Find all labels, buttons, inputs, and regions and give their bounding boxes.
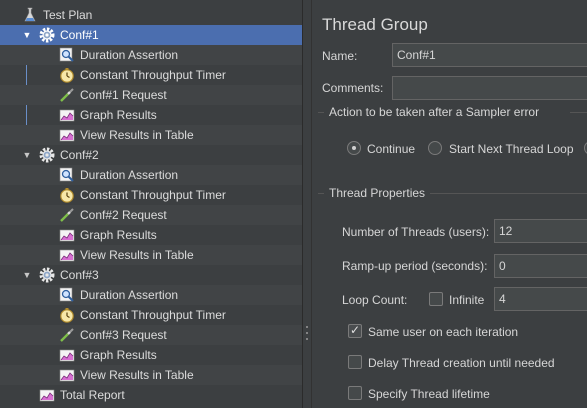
same-user-label: Same user on each iteration — [368, 325, 519, 339]
pipette-icon — [58, 326, 76, 344]
pipette-icon — [58, 86, 76, 104]
tree-item-graph-results[interactable]: Graph Results — [0, 105, 302, 125]
threads-field[interactable]: 12 — [494, 219, 587, 243]
tree-item-constant-throughput-timer[interactable]: Constant Throughput Timer — [0, 65, 302, 85]
loop-count-label: Loop Count: — [342, 293, 408, 307]
infinite-label: Infinite — [449, 293, 485, 307]
tree-item-conf2[interactable]: ▼ Conf#2 — [0, 145, 302, 165]
graph-icon — [58, 366, 76, 384]
tree-item-label: View Results in Table — [80, 128, 194, 142]
tree-item-label: Graph Results — [80, 348, 157, 362]
name-label: Name: — [322, 49, 358, 63]
tree-item-duration-assertion[interactable]: Duration Assertion — [0, 165, 302, 185]
group-border — [430, 193, 587, 194]
tree-item-constant-throughput-timer[interactable]: Constant Throughput Timer — [0, 305, 302, 325]
continue-radio[interactable] — [347, 141, 361, 155]
continue-label: Continue — [367, 142, 416, 156]
threads-label: Number of Threads (users): — [342, 225, 490, 239]
magnifier-icon — [58, 286, 76, 304]
tree-item-conf2-request[interactable]: Conf#2 Request — [0, 205, 302, 225]
tree-item-label: Conf#2 Request — [80, 208, 167, 222]
tree-item-conf3-request[interactable]: Conf#3 Request — [0, 325, 302, 345]
tree-item-label: Graph Results — [80, 108, 157, 122]
delay-thread-label: Delay Thread creation until needed — [368, 356, 555, 370]
delay-thread-checkbox[interactable] — [348, 355, 362, 369]
tree-item-label: Duration Assertion — [80, 48, 179, 62]
tree-item-label: Constant Throughput Timer — [80, 68, 226, 82]
tree-item-total-report[interactable]: Total Report — [0, 385, 302, 405]
stopwatch-icon — [58, 66, 76, 84]
gear-icon — [38, 266, 56, 284]
tree-item-label: Graph Results — [80, 228, 157, 242]
tree-item-graph-results[interactable]: Graph Results — [0, 225, 302, 245]
tree-item-test-plan[interactable]: Test Plan — [0, 5, 302, 25]
thread-lifetime-checkbox[interactable] — [348, 386, 362, 400]
tree-item-label: Duration Assertion — [80, 168, 179, 182]
test-plan-icon — [21, 6, 39, 24]
tree-item-graph-results[interactable]: Graph Results — [0, 345, 302, 365]
thread-properties-group-label: Thread Properties — [329, 186, 426, 200]
chevron-down-icon[interactable]: ▼ — [22, 150, 32, 160]
tree-item-label: Test Plan — [43, 8, 93, 22]
stopwatch-icon — [58, 186, 76, 204]
chevron-down-icon[interactable]: ▼ — [22, 270, 32, 280]
same-user-checkbox[interactable]: ✓ — [348, 323, 362, 338]
comments-field[interactable] — [392, 76, 587, 100]
splitter-handle[interactable] — [303, 0, 312, 408]
tree-item-duration-assertion[interactable]: Duration Assertion — [0, 45, 302, 65]
name-field[interactable]: Conf#1 — [392, 43, 587, 67]
infinite-checkbox[interactable] — [429, 292, 443, 306]
tree-item-view-results-table[interactable]: View Results in Table — [0, 245, 302, 265]
stopwatch-icon — [58, 306, 76, 324]
gear-icon — [38, 26, 56, 44]
tree-item-conf1-request[interactable]: Conf#1 Request — [0, 85, 302, 105]
gear-icon — [38, 146, 56, 164]
tree-item-label: Conf#3 — [60, 268, 99, 282]
tree-item-label: Conf#2 — [60, 148, 99, 162]
tree-item-duration-assertion[interactable]: Duration Assertion — [0, 285, 302, 305]
tree-item-label: Constant Throughput Timer — [80, 188, 226, 202]
checkmark-icon: ✓ — [350, 323, 361, 337]
comments-label: Comments: — [322, 81, 384, 95]
tree-item-label: View Results in Table — [80, 248, 194, 262]
rampup-label: Ramp-up period (seconds): — [342, 259, 488, 273]
loop-count-field[interactable]: 4 — [494, 287, 587, 311]
pipette-icon — [58, 206, 76, 224]
graph-icon — [38, 386, 56, 404]
chevron-down-icon[interactable]: ▼ — [22, 30, 32, 40]
group-border — [570, 112, 587, 113]
start-next-loop-label: Start Next Thread Loop — [449, 142, 574, 156]
group-border — [318, 112, 324, 113]
graph-icon — [58, 106, 76, 124]
group-border — [318, 193, 324, 194]
tree-item-label: Total Report — [60, 388, 125, 402]
tree-item-label: Conf#1 Request — [80, 88, 167, 102]
tree-item-view-results-table[interactable]: View Results in Table — [0, 125, 302, 145]
page-title: Thread Group — [322, 15, 428, 34]
thread-lifetime-label: Specify Thread lifetime — [368, 387, 490, 401]
splitter-grip-icon — [305, 326, 309, 340]
test-plan-tree[interactable]: Test Plan ▼ Conf#1 Duration Assertion Co… — [0, 0, 303, 408]
graph-icon — [58, 126, 76, 144]
magnifier-icon — [58, 46, 76, 64]
graph-icon — [58, 226, 76, 244]
graph-icon — [58, 246, 76, 264]
sampler-error-group-label: Action to be taken after a Sampler error — [329, 105, 540, 119]
tree-item-constant-throughput-timer[interactable]: Constant Throughput Timer — [0, 185, 302, 205]
tree-item-conf3[interactable]: ▼ Conf#3 — [0, 265, 302, 285]
tree-item-label: Duration Assertion — [80, 288, 179, 302]
tree-item-conf1[interactable]: ▼ Conf#1 — [0, 25, 302, 45]
tree-item-label: View Results in Table — [80, 368, 194, 382]
start-next-loop-radio[interactable] — [428, 141, 442, 155]
tree-item-label: Conf#1 — [60, 28, 99, 42]
tree-item-label: Constant Throughput Timer — [80, 308, 226, 322]
tree-item-view-results-table[interactable]: View Results in Table — [0, 365, 302, 385]
thread-group-panel: Thread Group Name: Conf#1 Comments: Acti… — [312, 0, 587, 408]
tree-item-label: Conf#3 Request — [80, 328, 167, 342]
graph-icon — [58, 346, 76, 364]
magnifier-icon — [58, 166, 76, 184]
rampup-field[interactable]: 0 — [494, 254, 587, 278]
